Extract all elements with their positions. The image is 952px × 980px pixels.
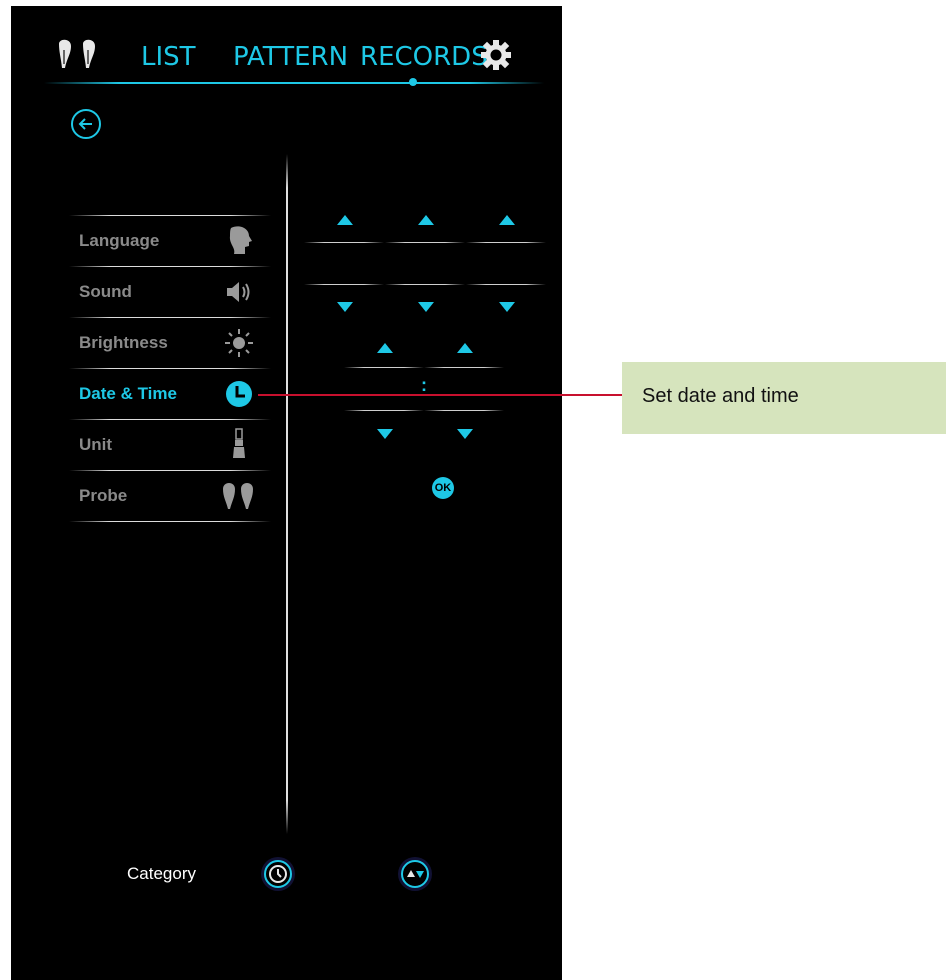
month-field-top-line	[385, 242, 465, 243]
annotation-callout: Set date and time	[622, 362, 946, 434]
month-down-arrow[interactable]	[418, 302, 434, 312]
callout-text: Set date and time	[642, 385, 799, 407]
day-field-top-line	[304, 242, 384, 243]
tab-pattern[interactable]: PATTERN	[233, 42, 348, 72]
hour-down-arrow[interactable]	[377, 429, 393, 439]
gear-icon[interactable]	[480, 39, 512, 71]
minute-down-arrow[interactable]	[457, 429, 473, 439]
probe-icon	[223, 483, 253, 509]
day-up-arrow[interactable]	[337, 215, 353, 225]
hour-field-bottom-line	[344, 410, 424, 411]
month-field-bottom-line	[385, 284, 465, 285]
hour-field-top-line	[344, 367, 424, 368]
tab-list[interactable]: LIST	[141, 42, 196, 72]
menu-item-sound[interactable]: Sound	[69, 267, 271, 317]
head-profile-icon	[229, 226, 252, 254]
menu-item-unit[interactable]: Unit	[69, 420, 271, 470]
callout-leader-line	[258, 394, 622, 396]
day-down-arrow[interactable]	[337, 302, 353, 312]
menu-item-probe[interactable]: Probe	[69, 471, 271, 521]
clock-icon	[269, 865, 287, 883]
earbuds-icon[interactable]	[53, 38, 105, 72]
up-down-button[interactable]	[401, 860, 429, 888]
arrow-left-icon	[78, 118, 92, 130]
sun-icon	[225, 329, 253, 357]
back-button[interactable]	[71, 109, 101, 139]
menu-item-language[interactable]: Language	[69, 216, 271, 266]
unit-device-icon	[233, 428, 245, 458]
menu-item-label: Probe	[79, 486, 128, 505]
category-clock-button[interactable]	[264, 860, 292, 888]
ok-button[interactable]: OK	[432, 477, 454, 499]
active-tab-indicator	[409, 78, 417, 86]
year-field-top-line	[466, 242, 546, 243]
panel-divider	[286, 154, 288, 834]
month-up-arrow[interactable]	[418, 215, 434, 225]
menu-item-date-time[interactable]: Date & Time	[69, 369, 271, 419]
clock-icon	[226, 381, 252, 407]
tab-underline	[44, 82, 544, 84]
year-down-arrow[interactable]	[499, 302, 515, 312]
menu-item-label: Brightness	[79, 333, 168, 352]
menu-separator	[69, 521, 271, 522]
hour-up-arrow[interactable]	[377, 343, 393, 353]
category-label: Category	[127, 864, 196, 883]
day-field-bottom-line	[304, 284, 384, 285]
up-down-icon	[407, 870, 424, 878]
menu-item-label: Language	[79, 231, 160, 250]
menu-item-label: Unit	[79, 435, 113, 454]
year-field-bottom-line	[466, 284, 546, 285]
menu-item-brightness[interactable]: Brightness	[69, 318, 271, 368]
year-up-arrow[interactable]	[499, 215, 515, 225]
speaker-icon	[227, 282, 250, 302]
menu-item-label: Date & Time	[79, 384, 177, 403]
minute-field-bottom-line	[424, 410, 504, 411]
minute-field-top-line	[424, 367, 504, 368]
device-screen: LIST PATTERN RECORDS Language Sound Brig…	[11, 6, 562, 980]
minute-up-arrow[interactable]	[457, 343, 473, 353]
time-separator: :	[421, 375, 427, 395]
tab-records[interactable]: RECORDS	[360, 42, 488, 72]
top-tab-bar: LIST PATTERN RECORDS	[11, 6, 562, 96]
menu-item-label: Sound	[79, 282, 132, 301]
